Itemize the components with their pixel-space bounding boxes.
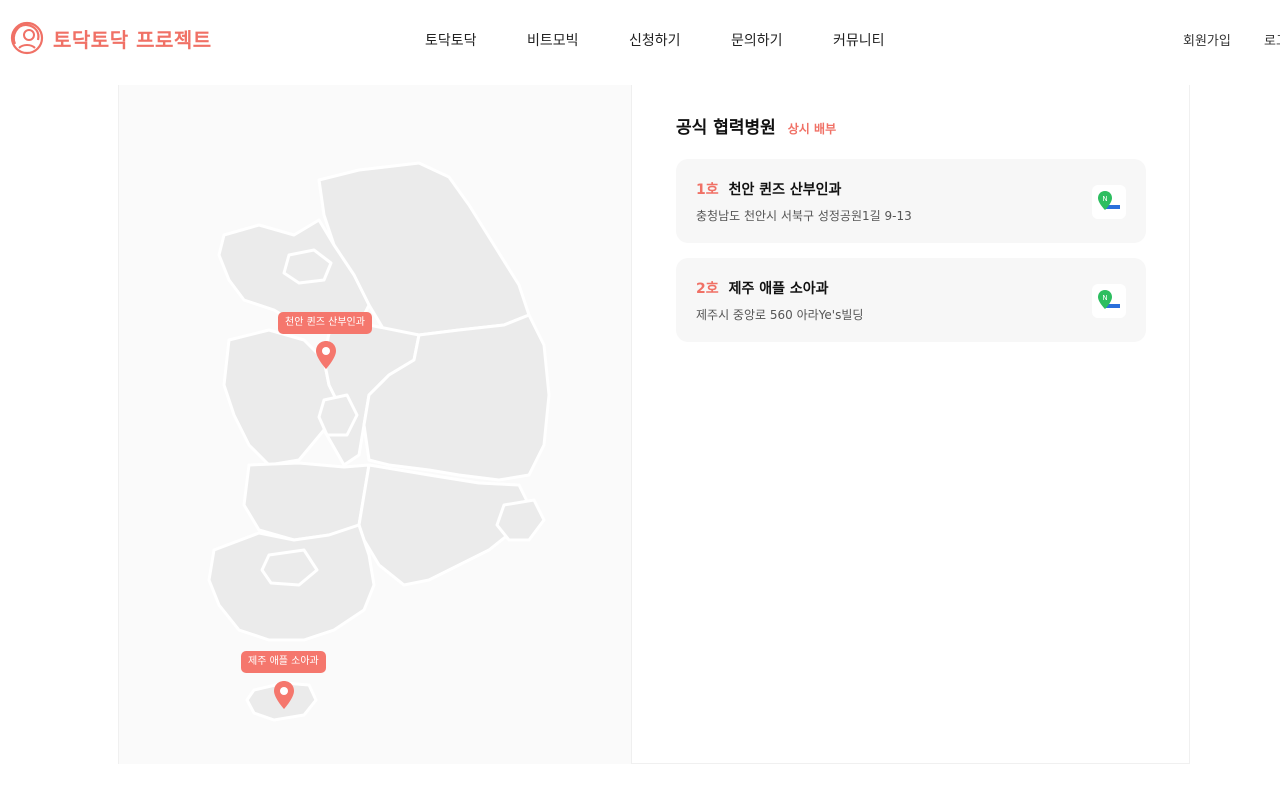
nav-item-inquiry[interactable]: 문의하기 bbox=[731, 30, 783, 50]
korea-map-area: 천안 퀸즈 산부인과 제주 애플 소아과 bbox=[119, 85, 632, 764]
map-pin-icon[interactable] bbox=[273, 680, 295, 710]
naver-map-icon: N bbox=[1098, 191, 1120, 210]
hospital-card[interactable]: 1호 천안 퀸즈 산부인과 충청남도 천안시 서북구 성정공원1길 9-13 N bbox=[676, 159, 1146, 243]
hospital-address: 제주시 중앙로 560 아라Ye's빌딩 bbox=[696, 308, 864, 322]
partner-hospitals-heading: 공식 협력병원 상시 배부 bbox=[676, 113, 836, 138]
map-pin-icon[interactable] bbox=[315, 340, 337, 370]
login-link[interactable]: 로그 bbox=[1264, 30, 1280, 49]
svg-text:N: N bbox=[1102, 195, 1107, 203]
nav-item-todak[interactable]: 토닥토닥 bbox=[425, 30, 477, 50]
map-pin-label-jeju[interactable]: 제주 애플 소아과 bbox=[241, 651, 326, 673]
korea-map bbox=[207, 161, 551, 722]
main-nav: 토닥토닥 비트모빅 신청하기 문의하기 커뮤니티 bbox=[0, 30, 1280, 50]
hospital-name: 천안 퀸즈 산부인과 bbox=[728, 182, 842, 198]
signup-link[interactable]: 회원가입 bbox=[1183, 30, 1231, 49]
hospital-name: 제주 애플 소아과 bbox=[728, 281, 829, 297]
hospital-number: 2호 bbox=[696, 281, 719, 297]
nav-item-bitmobic[interactable]: 비트모빅 bbox=[527, 30, 579, 50]
naver-map-button[interactable]: N bbox=[1092, 185, 1126, 219]
map-pin-label-cheonan[interactable]: 천안 퀸즈 산부인과 bbox=[278, 312, 372, 334]
svg-text:N: N bbox=[1102, 294, 1107, 302]
naver-map-button[interactable]: N bbox=[1092, 284, 1126, 318]
section-title: 공식 협력병원 bbox=[676, 118, 776, 138]
site-header: 토닥토닥 프로젝트 토닥토닥 비트모빅 신청하기 문의하기 커뮤니티 회원가입 … bbox=[0, 0, 1280, 80]
hospital-card[interactable]: 2호 제주 애플 소아과 제주시 중앙로 560 아라Ye's빌딩 N bbox=[676, 258, 1146, 342]
naver-map-icon: N bbox=[1098, 290, 1120, 309]
nav-item-apply[interactable]: 신청하기 bbox=[629, 30, 681, 50]
hospital-number: 1호 bbox=[696, 182, 719, 198]
nav-item-community[interactable]: 커뮤니티 bbox=[833, 30, 885, 50]
hospital-address: 충청남도 천안시 서북구 성정공원1길 9-13 bbox=[696, 209, 912, 223]
always-distribute-badge: 상시 배부 bbox=[787, 122, 837, 136]
